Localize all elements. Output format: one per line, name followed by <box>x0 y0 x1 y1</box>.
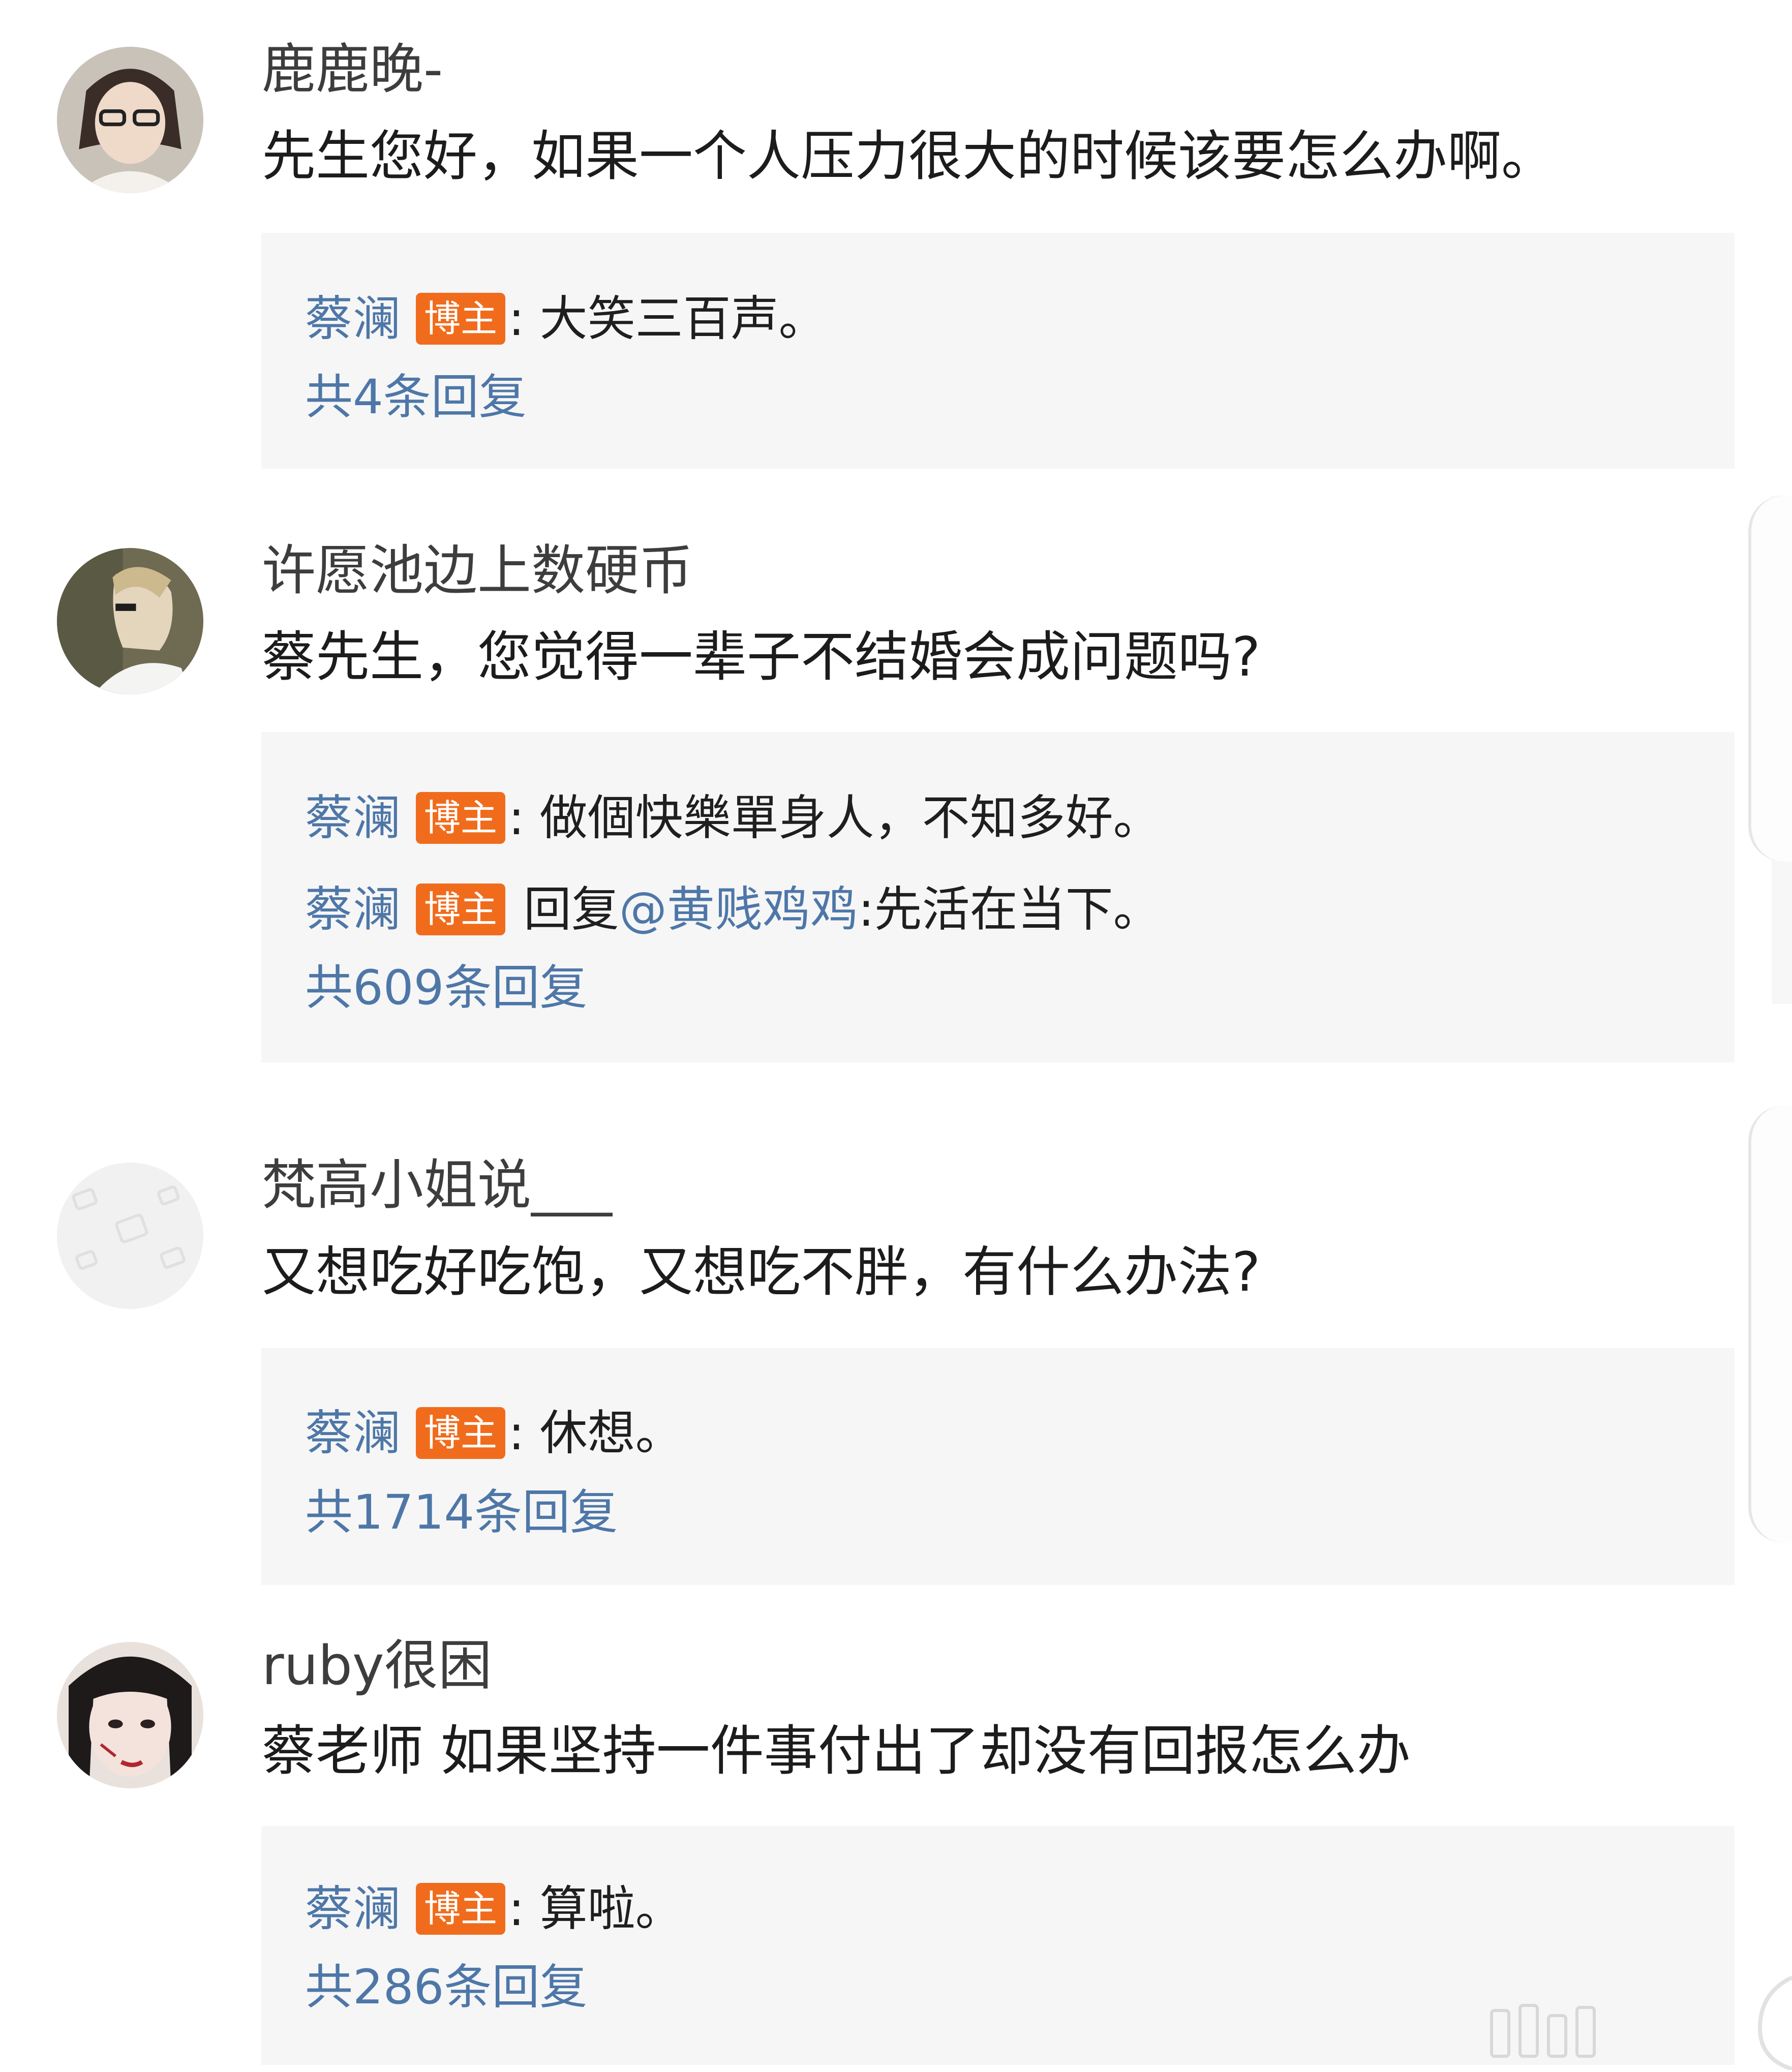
user-avatar-image <box>57 1642 203 1788</box>
reply-text: 算啦。 <box>539 1881 683 1937</box>
avatar[interactable] <box>57 47 203 193</box>
comment-text: 蔡老师 如果坚持一件事付出了却没有回报怎么办 <box>262 1720 1411 1782</box>
author-badge: 博主 <box>416 883 506 936</box>
reply-line: 蔡澜 博主: 做個快樂單身人，不知多好。 <box>305 788 1161 849</box>
watermark-icon <box>1484 2000 1627 2061</box>
reply-line: 蔡澜 博主: 休想。 <box>305 1403 683 1464</box>
author-badge: 博主 <box>416 792 506 844</box>
reply-box[interactable]: 蔡澜 博主: 做個快樂單身人，不知多好。 蔡澜 博主 回复@黄贱鸡鸡:先活在当下。 … <box>261 732 1735 1062</box>
reply-prefix: : <box>508 1881 540 1937</box>
comment-item: ruby很困 蔡老师 如果坚持一件事付出了却没有回报怎么办 蔡澜 博主: 算啦。 … <box>0 1591 1792 2070</box>
reply-text: 休想。 <box>539 1406 683 1461</box>
reply-author[interactable]: 蔡澜 <box>305 1881 401 1937</box>
comment-text: 蔡先生，您觉得一辈子不结婚会成问题吗? <box>262 626 1261 688</box>
comment-username[interactable]: 梵高小姐说___ <box>262 1152 612 1218</box>
reply-line: 蔡澜 博主 回复@黄贱鸡鸡:先活在当下。 <box>305 879 1161 940</box>
reply-text: 做個快樂單身人，不知多好。 <box>539 790 1161 846</box>
reply-author[interactable]: 蔡澜 <box>305 790 401 846</box>
reply-prefix: : <box>508 291 540 347</box>
reply-count-link[interactable]: 共286条回复 <box>305 1957 587 2018</box>
author-badge: 博主 <box>416 293 506 345</box>
reply-mention[interactable]: @黄贱鸡鸡 <box>619 882 858 937</box>
reply-author[interactable]: 蔡澜 <box>305 291 401 347</box>
reply-prefix: 回复 <box>508 882 619 937</box>
comment-username[interactable]: ruby很困 <box>262 1633 492 1699</box>
reply-prefix: : <box>508 1406 540 1461</box>
reply-text: :先活在当下。 <box>858 882 1161 937</box>
comment-username[interactable]: 许愿池边上数硬币 <box>262 538 693 604</box>
avatar[interactable] <box>57 1642 203 1788</box>
reply-author[interactable]: 蔡澜 <box>305 882 401 937</box>
scroll-handle-icon <box>1755 1972 1792 2071</box>
reply-count-link[interactable]: 共609条回复 <box>305 958 587 1019</box>
reply-count-link[interactable]: 共1714条回复 <box>305 1482 618 1543</box>
reply-author[interactable]: 蔡澜 <box>305 1406 401 1461</box>
weibo-comments-screen: { "badge_label": "博主", "comments": [ { "… <box>0 0 1792 2071</box>
author-badge: 博主 <box>416 1883 506 1935</box>
user-avatar-image <box>57 548 203 694</box>
side-floating-panel[interactable] <box>1748 496 1792 862</box>
comment-item: 鹿鹿晚- 先生您好，如果一个人压力很大的时候该要怎么办啊。 蔡澜 博主: 大笑三百… <box>0 0 1792 473</box>
reply-line: 蔡澜 博主: 算啦。 <box>305 1879 683 1940</box>
reply-box[interactable]: 蔡澜 博主: 休想。 共1714条回复 <box>261 1348 1735 1585</box>
default-avatar-placeholder-icon <box>57 1163 203 1309</box>
reply-count-link[interactable]: 共4条回复 <box>305 367 527 428</box>
user-avatar-image <box>57 47 203 193</box>
reply-box[interactable]: 蔡澜 博主: 大笑三百声。 共4条回复 <box>261 233 1735 469</box>
author-badge: 博主 <box>416 1407 506 1459</box>
reply-prefix: : <box>508 790 540 846</box>
comment-item: 梵高小姐说___ 又想吃好吃饱，又想吃不胖，有什么办法? 蔡澜 博主: 休想。 共… <box>0 1083 1792 1591</box>
comment-item: 许愿池边上数硬币 蔡先生，您觉得一辈子不结婚会成问题吗? 蔡澜 博主: 做個快樂單… <box>0 473 1792 1083</box>
comment-text: 先生您好，如果一个人压力很大的时候该要怎么办啊。 <box>262 125 1555 188</box>
side-floating-panel[interactable] <box>1748 1106 1792 1543</box>
reply-text: 大笑三百声。 <box>539 291 827 347</box>
avatar[interactable] <box>57 1163 203 1309</box>
reply-line: 蔡澜 博主: 大笑三百声。 <box>305 289 827 350</box>
comment-username[interactable]: 鹿鹿晚- <box>262 37 443 103</box>
comment-text: 又想吃好吃饱，又想吃不胖，有什么办法? <box>262 1241 1261 1303</box>
avatar[interactable] <box>57 548 203 694</box>
